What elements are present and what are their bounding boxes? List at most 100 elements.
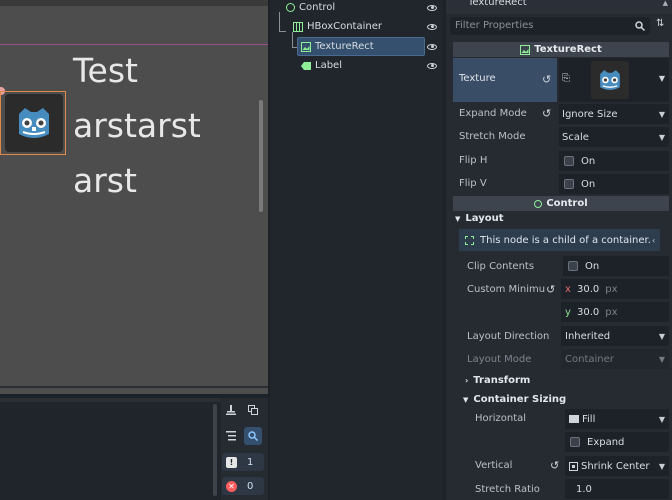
horizontal-sizing-label: Horizontal — [475, 413, 527, 424]
section-title: Control — [546, 198, 588, 209]
search-icon — [635, 21, 645, 31]
layout-mode-dropdown: Container ▼ — [561, 349, 669, 369]
checkbox-label: On — [585, 260, 600, 272]
visibility-eye-icon[interactable] — [427, 23, 437, 30]
label-node-icon — [301, 61, 311, 70]
tree-node-label: Control — [299, 2, 336, 13]
revert-icon[interactable]: ↺ — [546, 283, 555, 296]
layout-direction-label: Layout Direction — [467, 331, 550, 342]
object-title: TextureRect — [468, 0, 527, 8]
chevron-right-icon: › — [465, 376, 469, 385]
stretch-mode-dropdown[interactable]: Scale ▼ — [559, 127, 669, 147]
shrink-center-icon — [569, 461, 578, 471]
copy-icon — [248, 405, 258, 415]
axis-y-label: y — [565, 306, 571, 318]
error-count-badge[interactable]: ✕ 0 — [222, 477, 264, 495]
hbox-container-icon — [293, 21, 303, 32]
flip-v-checkbox[interactable]: On — [559, 174, 669, 194]
copy-output-button[interactable] — [244, 401, 262, 419]
axis-x-label: x — [565, 283, 571, 295]
error-icon: ✕ — [226, 480, 237, 492]
layout-mode-label: Layout Mode — [467, 354, 532, 365]
output-panel: ! 1 ✕ 0 — [0, 398, 268, 500]
unit-label: px — [605, 283, 618, 295]
checkbox-label: Expand — [587, 436, 625, 448]
visibility-eye-icon[interactable] — [427, 43, 437, 50]
filter-lines-icon — [225, 431, 236, 441]
container-sizing-group-header[interactable]: ▼ Container Sizing — [463, 394, 566, 405]
revert-icon[interactable]: ↺ — [542, 107, 551, 120]
chevron-down-icon: ▼ — [658, 109, 665, 119]
horizontal-sizing-dropdown[interactable]: Fill ▼ — [565, 409, 669, 429]
flip-h-checkbox[interactable]: On — [559, 151, 669, 171]
expand-mode-dropdown[interactable]: Ignore Size ▼ — [559, 104, 669, 124]
output-toolbar: ! 1 ✕ 0 — [221, 398, 268, 500]
clip-contents-checkbox[interactable]: On — [563, 256, 669, 276]
tree-node-label: HBoxContainer — [307, 21, 382, 32]
godot-logo-icon — [591, 61, 629, 99]
warning-count: 1 — [247, 456, 254, 468]
inspector-object-header[interactable]: TextureRect ▲ — [446, 0, 672, 14]
fill-icon — [569, 415, 579, 423]
filter-properties-input[interactable]: Filter Properties — [450, 17, 650, 35]
unit-label: px — [605, 306, 618, 318]
checkbox-icon — [568, 261, 578, 271]
layout-direction-dropdown[interactable]: Inherited ▼ — [561, 326, 669, 346]
transform-group-header[interactable]: › Transform — [465, 375, 530, 386]
chevron-left-icon[interactable]: ‹ — [652, 236, 655, 245]
stretch-mode-label: Stretch Mode — [459, 131, 526, 142]
info-text: This node is a child of a container. — [480, 234, 651, 246]
custom-min-y-field[interactable]: y 30.0 px — [561, 302, 669, 322]
warning-icon: ! — [226, 456, 237, 468]
texture-rect-preview[interactable] — [0, 91, 66, 155]
texturerect-section-header[interactable]: TextureRect — [453, 42, 669, 57]
tree-node-label-text: Label — [315, 60, 342, 71]
custom-minimum-size-label: Custom Minimu — [467, 284, 546, 295]
dropdown-value: Ignore Size — [562, 108, 618, 120]
checkbox-label: On — [581, 178, 596, 190]
filter-placeholder: Filter Properties — [455, 20, 534, 31]
checkbox-icon — [564, 156, 574, 166]
vertical-sizing-dropdown[interactable]: Shrink Center ▼ — [565, 456, 669, 476]
viewport-top-strip — [0, 0, 268, 6]
control-section-header[interactable]: Control — [453, 196, 669, 211]
chevron-down-icon: ▼ — [658, 414, 665, 424]
search-output-button[interactable] — [244, 427, 262, 445]
layout-group-header[interactable]: ▼ Layout — [455, 213, 504, 224]
chevron-down-icon[interactable]: ▼ — [659, 74, 665, 83]
load-resource-icon[interactable]: ⎘ — [562, 73, 570, 84]
sort-options-icon[interactable]: ⇅ — [656, 18, 670, 34]
history-icon[interactable]: ▲ — [663, 0, 668, 7]
texture-label: Texture — [459, 73, 496, 84]
expand-checkbox[interactable]: Expand — [565, 432, 669, 452]
clear-output-button[interactable] — [222, 401, 240, 419]
chevron-down-icon: ▼ — [658, 132, 665, 142]
viewport-guide-line — [0, 44, 268, 45]
dropdown-value: Inherited — [565, 330, 611, 342]
canvas-viewport[interactable]: Test arstarst arst — [0, 0, 268, 394]
output-scrollbar[interactable] — [213, 404, 217, 496]
viewport-text-line: Test — [73, 51, 138, 90]
group-title: Transform — [473, 375, 531, 386]
dropdown-value: Shrink Center — [581, 460, 650, 472]
custom-min-x-field[interactable]: x 30.0 px — [561, 279, 669, 299]
group-title: Layout — [465, 213, 504, 224]
warning-count-badge[interactable]: ! 1 — [222, 453, 264, 471]
texture-resource-picker[interactable]: ⎘ ▼ — [559, 58, 669, 102]
tree-node-texturerect[interactable]: TextureRect — [270, 37, 443, 56]
visibility-eye-icon[interactable] — [427, 4, 437, 11]
tree-node-control[interactable]: Control — [270, 0, 443, 17]
viewport-scrollbar[interactable] — [259, 100, 263, 212]
stretch-ratio-field[interactable]: 1.0 — [565, 479, 669, 499]
checkbox-icon — [570, 437, 580, 447]
dropdown-value: Scale — [562, 131, 589, 143]
visibility-eye-icon[interactable] — [427, 62, 437, 69]
group-title: Container Sizing — [473, 394, 567, 405]
tree-node-label[interactable]: Label — [270, 56, 443, 75]
revert-icon[interactable]: ↺ — [542, 73, 551, 86]
field-value: 30.0 — [577, 306, 600, 318]
checkbox-icon — [564, 179, 574, 189]
tree-node-hboxcontainer[interactable]: HBoxContainer — [270, 17, 443, 36]
revert-icon[interactable]: ↺ — [550, 459, 559, 472]
filter-lines-button[interactable] — [222, 427, 240, 445]
